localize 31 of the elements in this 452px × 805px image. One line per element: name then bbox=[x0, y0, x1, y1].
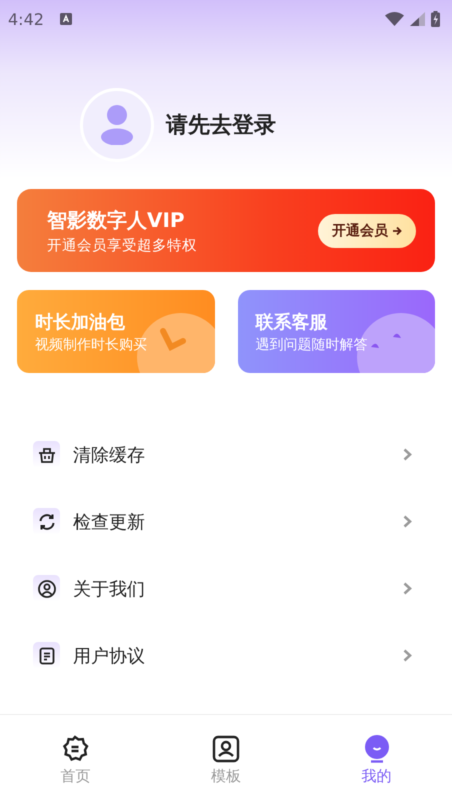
login-prompt[interactable]: 请先去登录 bbox=[166, 110, 276, 140]
portrait-frame-icon bbox=[212, 735, 240, 763]
wifi-icon bbox=[385, 12, 404, 26]
vip-title: 智影数字人VIP bbox=[47, 206, 186, 234]
menu-item[interactable]: 关于我们 bbox=[0, 555, 452, 622]
menu-item[interactable]: 检查更新 bbox=[0, 488, 452, 555]
vip-card[interactable]: 智影数字人VIP 开通会员享受超多特权 开通会员 bbox=[17, 189, 435, 272]
battery-icon bbox=[431, 11, 440, 27]
document-icon bbox=[36, 646, 56, 666]
chevron-right-icon bbox=[403, 515, 412, 528]
person-icon bbox=[100, 105, 134, 145]
card-title: 联系客服 bbox=[256, 310, 328, 334]
card-subtitle: 视频制作时长购买 bbox=[35, 336, 148, 354]
card-title: 时长加油包 bbox=[35, 310, 126, 334]
status-time: 4:42 bbox=[8, 10, 44, 28]
chevron-right-icon bbox=[403, 649, 412, 662]
user-circle-icon bbox=[36, 578, 56, 598]
vip-subtitle: 开通会员享受超多特权 bbox=[47, 236, 198, 254]
menu-item[interactable]: 用户协议 bbox=[0, 622, 452, 689]
menu-item[interactable]: 清除缓存 bbox=[0, 421, 452, 488]
open-membership-button[interactable]: 开通会员 bbox=[318, 214, 416, 248]
keyboard-notification-icon bbox=[60, 13, 72, 25]
refresh-icon bbox=[36, 512, 56, 532]
home-badge-icon bbox=[61, 735, 90, 763]
smiling-face-icon bbox=[362, 735, 391, 763]
chevron-right-icon bbox=[403, 582, 412, 595]
tab[interactable]: 我的 bbox=[301, 715, 452, 805]
card-subtitle: 遇到问题随时解答 bbox=[256, 336, 368, 354]
chevron-right-icon bbox=[403, 448, 412, 461]
signal-icon bbox=[410, 12, 425, 26]
arrow-right-icon bbox=[392, 226, 402, 236]
